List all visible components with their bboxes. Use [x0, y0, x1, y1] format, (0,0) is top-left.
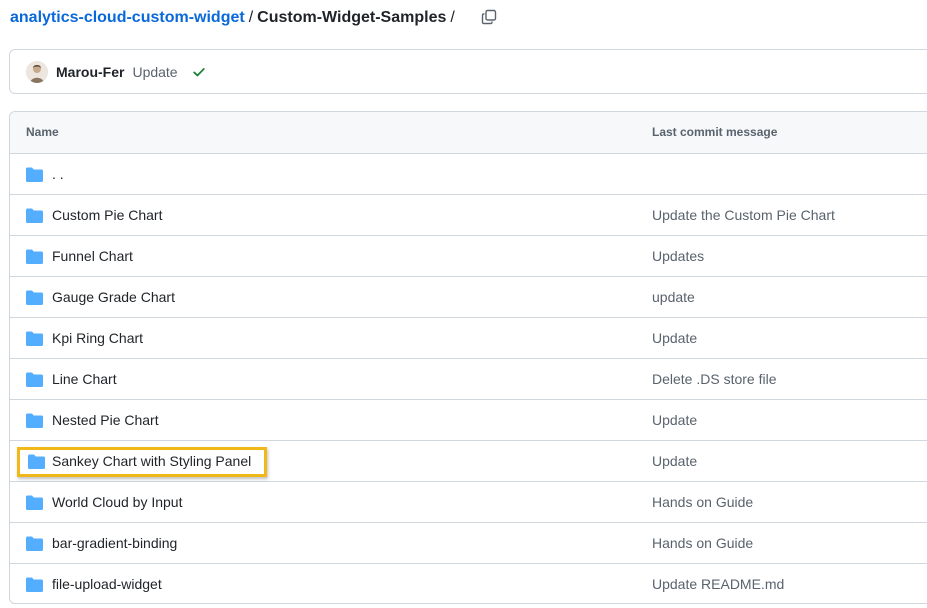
- table-row[interactable]: Funnel Chart Updates: [10, 236, 927, 277]
- breadcrumb: analytics-cloud-custom-widget / Custom-W…: [10, 7, 459, 29]
- commit-message[interactable]: Update: [132, 64, 177, 80]
- table-row[interactable]: file-upload-widget Update README.md: [10, 564, 927, 603]
- table-row[interactable]: Custom Pie Chart Update the Custom Pie C…: [10, 195, 927, 236]
- parent-directory-row[interactable]: . .: [10, 154, 927, 195]
- folder-name-link[interactable]: Sankey Chart with Styling Panel: [52, 453, 251, 469]
- folder-name-link[interactable]: Line Chart: [52, 371, 117, 387]
- commit-author[interactable]: Marou-Fer: [56, 64, 124, 80]
- commit-message-link[interactable]: Hands on Guide: [652, 535, 753, 551]
- column-header-commit-message: Last commit message: [652, 125, 778, 139]
- folder-name-link[interactable]: Nested Pie Chart: [52, 412, 159, 428]
- folder-icon: [26, 167, 43, 182]
- table-row[interactable]: Nested Pie Chart Update: [10, 400, 927, 441]
- folder-icon: [26, 536, 43, 551]
- folder-icon: [26, 372, 43, 387]
- folder-name-link[interactable]: Kpi Ring Chart: [52, 330, 143, 346]
- folder-icon: [26, 413, 43, 428]
- table-row[interactable]: Kpi Ring Chart Update: [10, 318, 927, 359]
- breadcrumb-repo-link[interactable]: analytics-cloud-custom-widget: [10, 9, 245, 27]
- commit-message-link[interactable]: Update: [652, 412, 697, 428]
- commit-message-link[interactable]: Update README.md: [652, 576, 784, 592]
- folder-icon: [28, 454, 45, 469]
- folder-name-link[interactable]: Gauge Grade Chart: [52, 289, 175, 305]
- check-icon[interactable]: [192, 65, 206, 79]
- breadcrumb-trailing-separator: /: [450, 9, 455, 26]
- commit-message-link[interactable]: update: [652, 289, 695, 305]
- copy-icon: [481, 9, 497, 25]
- folder-name-link[interactable]: file-upload-widget: [52, 576, 162, 592]
- table-row[interactable]: Line Chart Delete .DS store file: [10, 359, 927, 400]
- table-row[interactable]: bar-gradient-binding Hands on Guide: [10, 523, 927, 564]
- folder-icon: [26, 249, 43, 264]
- latest-commit-bar: Marou-Fer Update: [9, 49, 927, 94]
- breadcrumb-current-folder: Custom-Widget-Samples: [257, 9, 447, 26]
- commit-message-link[interactable]: Updates: [652, 248, 704, 264]
- table-row-highlighted[interactable]: Sankey Chart with Styling Panel Update: [10, 441, 927, 482]
- folder-name-link[interactable]: Funnel Chart: [52, 248, 133, 264]
- commit-message-link[interactable]: Update: [652, 453, 697, 469]
- commit-message-link[interactable]: Delete .DS store file: [652, 371, 777, 387]
- folder-icon: [26, 290, 43, 305]
- table-row[interactable]: World Cloud by Input Hands on Guide: [10, 482, 927, 523]
- commit-message-link[interactable]: Update the Custom Pie Chart: [652, 207, 835, 223]
- commit-message-link[interactable]: Hands on Guide: [652, 494, 753, 510]
- copy-path-button[interactable]: [478, 6, 500, 28]
- table-row[interactable]: Gauge Grade Chart update: [10, 277, 927, 318]
- column-header-name: Name: [26, 125, 59, 139]
- breadcrumb-separator: /: [248, 9, 254, 26]
- table-header: Name Last commit message: [10, 112, 927, 154]
- folder-name-link[interactable]: Custom Pie Chart: [52, 207, 162, 223]
- avatar[interactable]: [26, 60, 48, 83]
- folder-icon: [26, 208, 43, 223]
- folder-icon: [26, 577, 43, 592]
- folder-icon: [26, 331, 43, 346]
- file-table: Name Last commit message . . Custom Pie …: [9, 111, 927, 604]
- commit-message-link[interactable]: Update: [652, 330, 697, 346]
- folder-icon: [26, 495, 43, 510]
- folder-name-link[interactable]: bar-gradient-binding: [52, 535, 177, 551]
- folder-name-link[interactable]: World Cloud by Input: [52, 494, 182, 510]
- parent-directory-label[interactable]: . .: [52, 166, 64, 182]
